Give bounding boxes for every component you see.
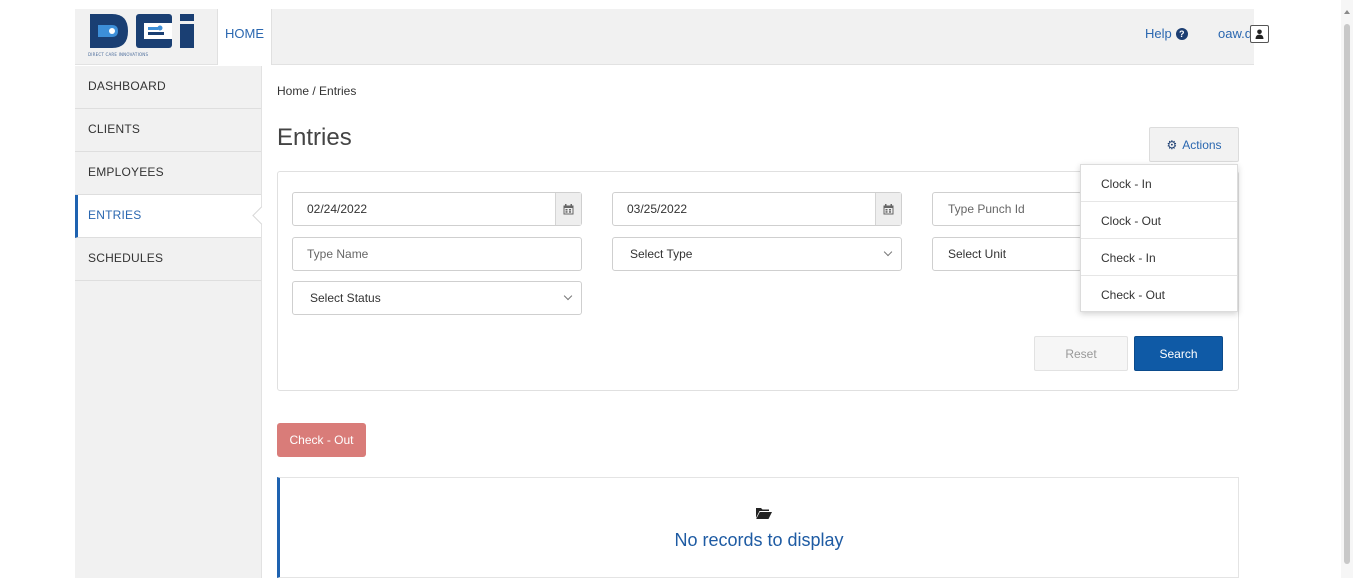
status-select[interactable]: Select Status [292,281,582,315]
actions-dropdown-menu: Clock - In Clock - Out Check - In Check … [1080,164,1238,312]
scrollbar-thumb[interactable] [1344,24,1350,564]
status-select-value: Select Status [310,291,381,305]
search-button[interactable]: Search [1134,336,1223,371]
actions-button[interactable]: ⚙ Actions [1149,127,1239,162]
calendar-icon[interactable] [875,193,901,225]
end-date-value: 03/25/2022 [627,202,688,216]
end-date-input[interactable]: 03/25/2022 [612,192,902,226]
chevron-down-icon [883,247,893,257]
records-panel: No records to display [277,477,1239,578]
menu-item-clock-in[interactable]: Clock - In [1081,165,1237,202]
user-icon [1255,29,1264,39]
name-input[interactable]: Type Name [292,237,582,271]
calendar-icon[interactable] [555,193,581,225]
check-out-button[interactable]: Check - Out [277,423,366,457]
folder-open-icon [756,508,772,519]
punch-id-placeholder: Type Punch Id [948,202,1025,216]
question-circle-icon: ? [1175,27,1188,40]
actions-label: Actions [1182,137,1222,152]
chevron-down-icon [563,291,573,301]
help-label: Help [1145,26,1172,41]
help-link[interactable]: Help ? [1145,26,1188,41]
name-placeholder: Type Name [307,247,369,261]
scroll-up-icon[interactable] [1344,10,1350,14]
home-nav-link[interactable]: HOME [217,9,272,65]
sidebar-item-employees[interactable]: EMPLOYEES [75,152,261,195]
sidebar-item-clients[interactable]: CLIENTS [75,109,261,152]
user-menu-button[interactable] [1250,25,1269,43]
unit-select[interactable]: Select Unit [932,237,1082,271]
sidebar: DASHBOARD CLIENTS EMPLOYEES ENTRIES SCHE… [75,66,262,578]
start-date-value: 02/24/2022 [307,202,368,216]
empty-state-message: No records to display [674,530,844,550]
menu-item-check-out[interactable]: Check - Out [1081,276,1237,313]
sidebar-item-schedules[interactable]: SCHEDULES [75,238,261,281]
reset-button[interactable]: Reset [1034,336,1128,371]
breadcrumb: Home / Entries [277,84,357,98]
menu-item-clock-out[interactable]: Clock - Out [1081,202,1237,239]
page-margin-left [0,0,75,578]
punch-id-input[interactable]: Type Punch Id [932,192,1082,226]
page-title: Entries [277,124,352,151]
logo-subtitle: DIRECT CARE INNOVATIONS [88,52,149,57]
page-margin-right [1254,0,1353,578]
sidebar-item-dashboard[interactable]: DASHBOARD [75,66,261,109]
top-navbar: DIRECT CARE INNOVATIONS HOME Help ? oaw.… [75,9,1269,65]
type-select[interactable]: Select Type [612,237,902,271]
menu-item-check-in[interactable]: Check - In [1081,239,1237,276]
gear-icon: ⚙ [1166,137,1178,152]
type-select-value: Select Type [630,247,693,261]
sidebar-item-entries[interactable]: ENTRIES [75,195,261,238]
unit-select-value: Select Unit [948,247,1007,261]
start-date-input[interactable]: 02/24/2022 [292,192,582,226]
